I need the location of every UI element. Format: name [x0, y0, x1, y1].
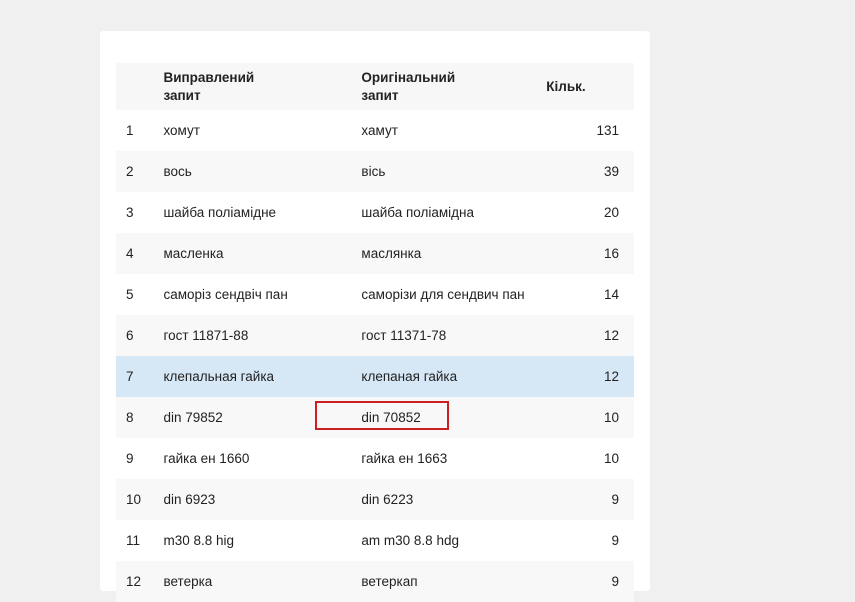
corrected-query-cell: ветерка: [163, 561, 362, 602]
count-cell: 12: [546, 315, 634, 356]
row-index: 10: [116, 479, 164, 520]
original-query-cell: вісь: [361, 151, 547, 192]
count-cell: 9: [546, 561, 634, 602]
original-query-cell: din 70852: [315, 397, 547, 438]
highlight-annotation-box: [315, 401, 450, 430]
table-row[interactable]: 7 клепальная гайка клепаная гайка 12: [116, 356, 634, 397]
count-cell: 10: [546, 397, 634, 438]
row-index: 4: [116, 233, 164, 274]
original-query-cell: шайба поліамідна: [361, 192, 547, 233]
table-row[interactable]: 5 саморіз сендвіч пан саморізи для сендвич…: [116, 274, 634, 315]
header-original-query[interactable]: Оригінальний запит: [361, 63, 547, 110]
row-index: 5: [116, 274, 164, 315]
original-query-cell: гост 11371-78: [361, 315, 547, 356]
corrected-query-cell: гост 11871-88: [163, 315, 362, 356]
row-index: 9: [116, 438, 164, 479]
original-query-cell: саморізи для сендвич пан: [361, 274, 547, 315]
table-row[interactable]: 12 ветерка ветеркап 9: [116, 561, 634, 602]
table-row[interactable]: 11 m30 8.8 hig am m30 8.8 hdg 9: [116, 520, 634, 561]
row-index: 11: [116, 520, 164, 561]
table-row[interactable]: 9 гайка ен 1660 гайка ен 1663 10: [116, 438, 634, 479]
count-cell: 16: [546, 233, 634, 274]
table-row[interactable]: 10 din 6923 din 6223 9: [116, 479, 634, 520]
table-row[interactable]: 6 гост 11871-88 гост 11371-78 12: [116, 315, 634, 356]
original-query-cell: клепаная гайка: [361, 356, 547, 397]
count-cell: 12: [546, 356, 634, 397]
row-index: 2: [116, 151, 164, 192]
corrected-query-cell: m30 8.8 hig: [163, 520, 362, 561]
original-query-cell: ветеркап: [361, 561, 547, 602]
count-cell: 14: [546, 274, 634, 315]
original-query-cell: гайка ен 1663: [361, 438, 547, 479]
corrected-query-cell: хомут: [163, 110, 362, 151]
table-row[interactable]: 1 хомут хамут 131: [116, 110, 634, 151]
corrected-query-cell: din 6923: [163, 479, 362, 520]
count-cell: 20: [546, 192, 634, 233]
query-corrections-table: Виправлений запит Оригінальний запит Кіл…: [116, 63, 634, 602]
results-panel: Виправлений запит Оригінальний запит Кіл…: [100, 31, 650, 602]
row-index: 12: [116, 561, 164, 602]
count-cell: 9: [546, 479, 634, 520]
corrected-query-cell: клепальная гайка: [163, 356, 362, 397]
original-query-cell: маслянка: [361, 233, 547, 274]
table-body: 1 хомут хамут 131 2 вось вісь 39 3 шайба поліамід…: [116, 110, 634, 602]
original-query-cell: am m30 8.8 hdg: [361, 520, 547, 561]
table-row[interactable]: 8 din 79852 din 70852 10: [116, 397, 634, 438]
original-query-cell: din 6223: [361, 479, 547, 520]
count-cell: 39: [546, 151, 634, 192]
row-index: 3: [116, 192, 164, 233]
table-header-row: Виправлений запит Оригінальний запит Кіл…: [116, 63, 634, 110]
corrected-query-cell: шайба поліамідне: [163, 192, 362, 233]
header-count[interactable]: Кільк.: [546, 63, 634, 110]
row-index: 6: [116, 315, 164, 356]
corrected-query-cell: вось: [163, 151, 362, 192]
corrected-query-cell: саморіз сендвіч пан: [163, 274, 362, 315]
corrected-query-cell: гайка ен 1660: [163, 438, 362, 479]
table-row[interactable]: 3 шайба поліамідне шайба поліамідна 20: [116, 192, 634, 233]
count-cell: 131: [546, 110, 634, 151]
row-index: 7: [116, 356, 164, 397]
header-corrected-query[interactable]: Виправлений запит: [163, 63, 362, 110]
corrected-query-cell: масленка: [163, 233, 362, 274]
header-index: [116, 63, 164, 110]
table-row[interactable]: 2 вось вісь 39: [116, 151, 634, 192]
row-index: 8: [116, 397, 164, 438]
row-index: 1: [116, 110, 164, 151]
count-cell: 10: [546, 438, 634, 479]
count-cell: 9: [546, 520, 634, 561]
original-query-cell: хамут: [361, 110, 547, 151]
table-row[interactable]: 4 масленка маслянка 16: [116, 233, 634, 274]
